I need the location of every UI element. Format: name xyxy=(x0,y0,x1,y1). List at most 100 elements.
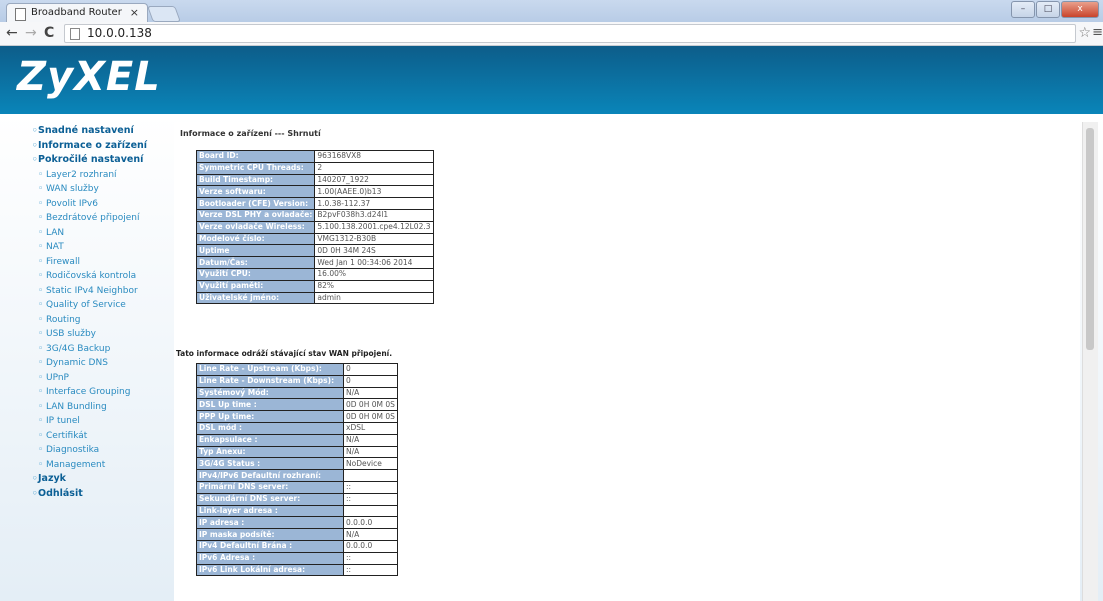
row-value: 0D 0H 0M 0S xyxy=(343,398,398,412)
sidebar-item[interactable]: Dynamic DNS xyxy=(32,356,170,371)
zyxel-logo: ZyXEL xyxy=(17,54,161,100)
browser-toolbar: ← → C 10.0.0.138 ☆ ≡ xyxy=(0,22,1103,46)
browser-tab[interactable]: Broadband Router × xyxy=(6,3,148,23)
row-label: 3G/4G Status : xyxy=(196,457,344,471)
table-row: Line Rate - Downstream (Kbps): 0 xyxy=(196,374,398,388)
row-value: :: xyxy=(343,563,398,577)
sidebar-item[interactable]: WAN služby xyxy=(32,182,170,197)
sidebar-item[interactable]: LAN Bundling xyxy=(32,400,170,415)
url-text: 10.0.0.138 xyxy=(87,26,152,40)
main-content: Informace o zařízení --- Shrnutí Board I… xyxy=(174,122,1080,601)
sidebar-item[interactable]: 3G/4G Backup xyxy=(32,342,170,357)
table-row: 3G/4G Status : NoDevice xyxy=(196,457,398,471)
row-value xyxy=(343,504,398,518)
row-value: N/A xyxy=(343,445,398,459)
page-icon xyxy=(15,8,26,21)
maximize-button[interactable]: □ xyxy=(1036,1,1060,18)
table-row: Typ Anexu: N/A xyxy=(196,445,398,459)
scrollbar-thumb[interactable] xyxy=(1086,128,1094,350)
page-title: Informace o zařízení --- Shrnutí xyxy=(180,129,321,138)
sidebar-item[interactable]: Povolit IPv6 xyxy=(32,197,170,212)
wan-info-table: Line Rate - Upstream (Kbps): 0 Line Rate -… xyxy=(196,363,398,577)
row-value: 16.00% xyxy=(314,267,434,281)
table-row: Využití paměti: 82% xyxy=(195,279,434,293)
row-value: admin xyxy=(314,291,434,305)
forward-arrow-icon[interactable]: → xyxy=(25,25,37,41)
table-row: Symmetric CPU Threads: 2 xyxy=(195,161,434,175)
row-label: Sekundární DNS server: xyxy=(196,492,344,506)
sidebar-item[interactable]: Management xyxy=(32,458,170,473)
sidebar-item[interactable]: LAN xyxy=(32,226,170,241)
table-row: IPv4/IPv6 Defaultní rozhraní: xyxy=(196,469,398,482)
sidebar-item[interactable]: NAT xyxy=(32,240,170,255)
row-label: IP maska podsítě: xyxy=(196,528,344,541)
row-label: Symmetric CPU Threads: xyxy=(195,161,316,175)
row-value: VMG1312-B30B xyxy=(314,232,434,246)
sidebar-item[interactable]: Bezdrátové připojení xyxy=(32,211,170,226)
tab-title: Broadband Router xyxy=(31,7,122,18)
row-value: 5.100.138.2001.cpe4.12L02.3 xyxy=(314,220,434,234)
sidebar-item[interactable]: Firewall xyxy=(32,255,170,270)
sidebar-item[interactable]: Jazyk xyxy=(32,472,170,487)
sidebar-item[interactable]: Quality of Service xyxy=(32,298,170,313)
row-label: Verze DSL PHY a ovladače: xyxy=(195,208,316,222)
menu-icon[interactable]: ≡ xyxy=(1092,25,1103,40)
table-row: Verze softwaru: 1.00(AAEE.0)b13 xyxy=(195,185,434,199)
row-value: 0D 0H 0M 0S xyxy=(343,410,398,423)
sidebar-item[interactable]: Layer2 rozhraní xyxy=(32,168,170,183)
sidebar-item[interactable]: Certifikát xyxy=(32,429,170,444)
table-row: PPP Up time: 0D 0H 0M 0S xyxy=(196,410,398,423)
sidebar-item[interactable]: Snadné nastavení xyxy=(32,124,170,139)
close-button[interactable]: x xyxy=(1061,1,1099,18)
sidebar-item[interactable]: UPnP xyxy=(32,371,170,386)
table-row: Primární DNS server::: xyxy=(196,480,398,494)
address-bar[interactable]: 10.0.0.138 xyxy=(64,24,1076,43)
table-row: IPv4 Defaultní Brána :0.0.0.0 xyxy=(196,539,398,553)
sidebar-item[interactable]: IP tunel xyxy=(32,414,170,429)
sidebar-item[interactable]: Rodičovská kontrola xyxy=(32,269,170,284)
sidebar-item[interactable]: Pokročilé nastavení xyxy=(32,153,170,168)
row-value: :: xyxy=(343,492,398,506)
reload-icon[interactable]: C xyxy=(44,25,54,41)
table-row: Verze DSL PHY a ovladače: B2pvF038h3.d24l… xyxy=(195,208,434,222)
tab-close-icon[interactable]: × xyxy=(130,6,139,19)
row-value: 0 xyxy=(343,374,398,388)
sidebar-item[interactable]: Routing xyxy=(32,313,170,328)
sidebar-item[interactable]: Informace o zařízení xyxy=(32,139,170,154)
row-label: IP adresa : xyxy=(196,516,344,530)
row-label: DSL Up time : xyxy=(196,398,344,412)
window-controls: – □ x xyxy=(1011,1,1099,18)
row-value: 0D 0H 34M 24S xyxy=(314,244,434,258)
page-icon xyxy=(70,28,80,40)
table-row: Datum/Čas: Wed Jan 1 00:34:06 2014 xyxy=(195,256,434,269)
bookmark-star-icon[interactable]: ☆ xyxy=(1078,25,1091,41)
table-row: Modelové číslo: VMG1312-B30B xyxy=(195,232,434,246)
row-value: :: xyxy=(343,551,398,565)
row-label: Datum/Čas: xyxy=(195,256,316,269)
router-page: ZyXEL Snadné nastaveníInformace o zaříze… xyxy=(0,46,1103,601)
sidebar-item[interactable]: Diagnostika xyxy=(32,443,170,458)
row-label: Systémový Mód: xyxy=(196,386,344,400)
new-tab-button[interactable] xyxy=(147,6,181,22)
row-label: Link-layer adresa : xyxy=(196,504,344,518)
row-label: Verze softwaru: xyxy=(195,185,316,199)
row-label: IPv6 Link Lokální adresa: xyxy=(196,563,344,577)
table-row: Uptime 0D 0H 34M 24S xyxy=(195,244,434,258)
sidebar-item[interactable]: Interface Grouping xyxy=(32,385,170,400)
device-info-table: Board ID: 963168VX8 Symmetric CPU Threads:… xyxy=(195,150,434,305)
sidebar-item[interactable]: Odhlásit xyxy=(32,487,170,502)
row-value: 2 xyxy=(314,161,434,175)
minimize-button[interactable]: – xyxy=(1011,1,1035,18)
table-row: Enkapsulace : N/A xyxy=(196,433,398,447)
row-label: Line Rate - Downstream (Kbps): xyxy=(196,374,344,388)
row-value: 963168VX8 xyxy=(314,150,434,163)
sidebar-item[interactable]: USB služby xyxy=(32,327,170,342)
row-value: N/A xyxy=(343,528,398,541)
table-row: Build Timestamp: 140207_1922 xyxy=(195,173,434,187)
table-row: IP maska podsítě: N/A xyxy=(196,528,398,541)
sidebar-item[interactable]: Static IPv4 Neighbor xyxy=(32,284,170,299)
back-arrow-icon[interactable]: ← xyxy=(6,25,18,41)
wan-note: Tato informace odráží stávající stav WAN… xyxy=(176,349,393,358)
scrollbar[interactable] xyxy=(1082,122,1098,601)
table-row: Uživatelské jméno: admin xyxy=(195,291,434,305)
